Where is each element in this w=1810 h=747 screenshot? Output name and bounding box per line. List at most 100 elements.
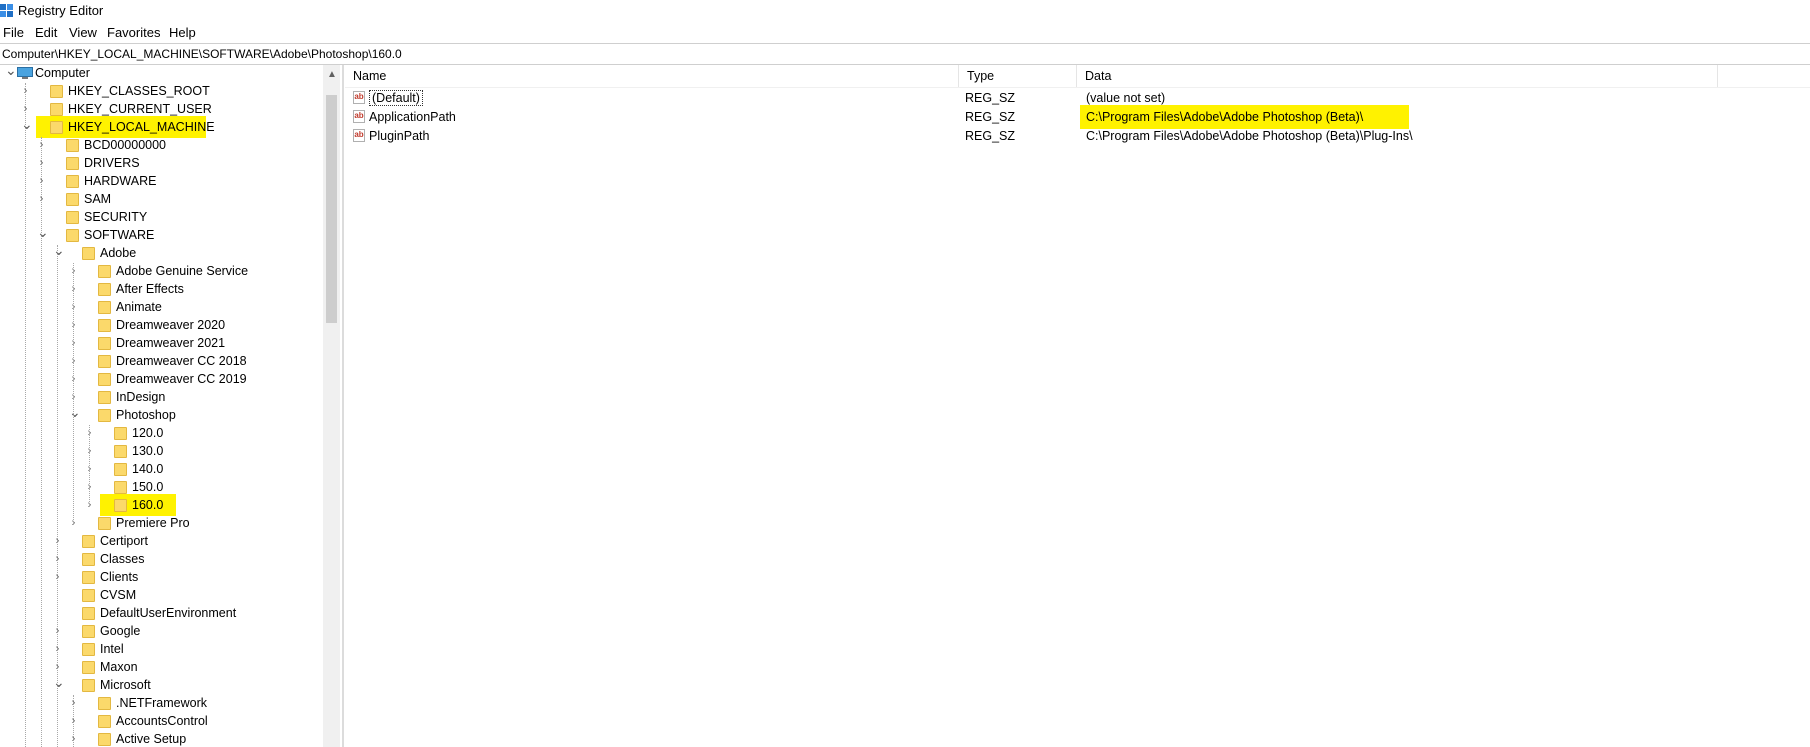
tree-node[interactable]: › Dreamweaver 2020 (0, 317, 322, 335)
tree-node-label[interactable]: 130.0 (132, 444, 163, 458)
tree-node[interactable]: › Animate (0, 299, 322, 317)
menu-view[interactable]: View (69, 25, 97, 40)
value-row[interactable]: ab PluginPath REG_SZ C:\Program Files\Adobe… (345, 127, 1810, 146)
menu-help[interactable]: Help (169, 25, 196, 40)
values-list[interactable]: Name Type Data ab (Default) REG_SZ (value n… (345, 65, 1810, 747)
tree-node-label[interactable]: SECURITY (84, 210, 147, 224)
folder-icon (98, 319, 111, 332)
pane-splitter[interactable] (342, 65, 344, 747)
folder-icon (98, 355, 111, 368)
tree-node[interactable]: CVSM (0, 587, 322, 605)
tree-node-label[interactable]: 150.0 (132, 480, 163, 494)
tree-node-label[interactable]: Active Setup (116, 732, 186, 746)
scroll-up-icon[interactable]: ▲ (327, 69, 337, 80)
tree-node[interactable]: › Dreamweaver CC 2018 (0, 353, 322, 371)
tree-node[interactable]: › Dreamweaver CC 2019 (0, 371, 322, 389)
folder-icon (98, 697, 111, 710)
value-name[interactable]: ApplicationPath (369, 110, 456, 124)
tree-node-label[interactable]: Dreamweaver CC 2019 (116, 372, 247, 386)
tree-node-label[interactable]: Adobe Genuine Service (116, 264, 248, 278)
tree-scroll-thumb[interactable] (326, 95, 337, 323)
tree-node-label[interactable]: Microsoft (100, 678, 151, 692)
tree-node-label[interactable]: SOFTWARE (84, 228, 154, 242)
tree-node[interactable]: ⌄ Computer (0, 65, 322, 83)
tree-node-label[interactable]: 140.0 (132, 462, 163, 476)
tree-node[interactable]: › BCD00000000 (0, 137, 322, 155)
tree-node[interactable]: › 140.0 (0, 461, 322, 479)
tree-node-label[interactable]: HKEY_LOCAL_MACHINE (68, 120, 215, 134)
tree-node-label[interactable]: Animate (116, 300, 162, 314)
tree-node[interactable]: › Certiport (0, 533, 322, 551)
tree-node[interactable]: › InDesign (0, 389, 322, 407)
tree-node[interactable]: › 160.0 (0, 494, 322, 516)
tree-node-label[interactable]: BCD00000000 (84, 138, 166, 152)
tree-node-label[interactable]: SAM (84, 192, 111, 206)
tree-node[interactable]: › HARDWARE (0, 173, 322, 191)
tree-node[interactable]: › DRIVERS (0, 155, 322, 173)
tree-node[interactable]: ⌄ HKEY_LOCAL_MACHINE (0, 116, 322, 138)
address-bar[interactable]: Computer\HKEY_LOCAL_MACHINE\SOFTWARE\Ado… (0, 43, 1810, 65)
tree-node[interactable]: › .NETFramework (0, 695, 322, 713)
tree-node-label[interactable]: InDesign (116, 390, 165, 404)
tree-node-label[interactable]: 120.0 (132, 426, 163, 440)
tree-node-label[interactable]: DRIVERS (84, 156, 140, 170)
tree-node-label[interactable]: Adobe (100, 246, 136, 260)
tree-node-label[interactable]: Photoshop (116, 408, 176, 422)
tree-node[interactable]: ⌄ Microsoft (0, 675, 322, 695)
tree-node-label[interactable]: .NETFramework (116, 696, 207, 710)
tree-node[interactable]: › 120.0 (0, 425, 322, 443)
menu-edit[interactable]: Edit (35, 25, 57, 40)
value-row[interactable]: ab ApplicationPath REG_SZ C:\Program Files\… (345, 105, 1810, 129)
tree-node-label[interactable]: Dreamweaver 2021 (116, 336, 225, 350)
collapse-chevron-icon[interactable]: ⌄ (5, 65, 17, 77)
tree-node-label[interactable]: Certiport (100, 534, 148, 548)
column-data-header[interactable]: Data (1077, 65, 1718, 87)
tree-node-label[interactable]: Classes (100, 552, 144, 566)
menu-favorites[interactable]: Favorites (107, 25, 160, 40)
tree-node-label[interactable]: Intel (100, 642, 124, 656)
tree-node[interactable]: DefaultUserEnvironment (0, 605, 322, 623)
tree-node-label[interactable]: Dreamweaver 2020 (116, 318, 225, 332)
tree-node-label[interactable]: Google (100, 624, 140, 638)
menu-file[interactable]: File (3, 25, 24, 40)
column-name-header[interactable]: Name (345, 65, 959, 87)
tree-node-label[interactable]: DefaultUserEnvironment (100, 606, 236, 620)
value-row[interactable]: ab (Default) REG_SZ (value not set) (345, 89, 1810, 108)
value-name[interactable]: (Default) (369, 90, 423, 106)
tree-node[interactable]: › Maxon (0, 659, 322, 677)
tree-node-label[interactable]: After Effects (116, 282, 184, 296)
tree-node[interactable]: › AccountsControl (0, 713, 322, 731)
tree-node[interactable]: ⌄ Photoshop (0, 405, 322, 425)
tree-node[interactable]: › 130.0 (0, 443, 322, 461)
key-tree[interactable]: ⌄ Computer › HKEY_CLASSES_ROOT › HKEY_CURRENT… (0, 65, 323, 747)
tree-node-label[interactable]: AccountsControl (116, 714, 208, 728)
address-path[interactable]: Computer\HKEY_LOCAL_MACHINE\SOFTWARE\Ado… (2, 47, 402, 61)
tree-node[interactable]: ⌄ Adobe (0, 243, 322, 263)
value-name[interactable]: PluginPath (369, 129, 429, 143)
tree-node-label[interactable]: HKEY_CLASSES_ROOT (68, 84, 210, 98)
tree-node[interactable]: › HKEY_CLASSES_ROOT (0, 83, 322, 101)
tree-node[interactable]: › Active Setup (0, 731, 322, 747)
tree-node[interactable]: ⌄ SOFTWARE (0, 225, 322, 245)
tree-node-label[interactable]: HKEY_CURRENT_USER (68, 102, 212, 116)
folder-icon (66, 211, 79, 224)
column-type-header[interactable]: Type (959, 65, 1077, 87)
tree-node[interactable]: › Google (0, 623, 322, 641)
tree-node[interactable]: › Clients (0, 569, 322, 587)
tree-node[interactable]: › SAM (0, 191, 322, 209)
tree-node-label[interactable]: Clients (100, 570, 138, 584)
tree-node[interactable]: › Adobe Genuine Service (0, 263, 322, 281)
tree-node[interactable]: › Premiere Pro (0, 515, 322, 533)
tree-node-label[interactable]: Computer (35, 66, 90, 80)
tree-node[interactable]: › Dreamweaver 2021 (0, 335, 322, 353)
tree-node-label[interactable]: Maxon (100, 660, 138, 674)
tree-scrollbar[interactable]: ▲ (323, 65, 340, 747)
tree-node-label[interactable]: 160.0 (132, 498, 163, 512)
tree-node[interactable]: › Classes (0, 551, 322, 569)
tree-node-label[interactable]: CVSM (100, 588, 136, 602)
tree-node[interactable]: › Intel (0, 641, 322, 659)
tree-node[interactable]: › After Effects (0, 281, 322, 299)
tree-node-label[interactable]: HARDWARE (84, 174, 156, 188)
tree-node-label[interactable]: Premiere Pro (116, 516, 190, 530)
tree-node-label[interactable]: Dreamweaver CC 2018 (116, 354, 247, 368)
